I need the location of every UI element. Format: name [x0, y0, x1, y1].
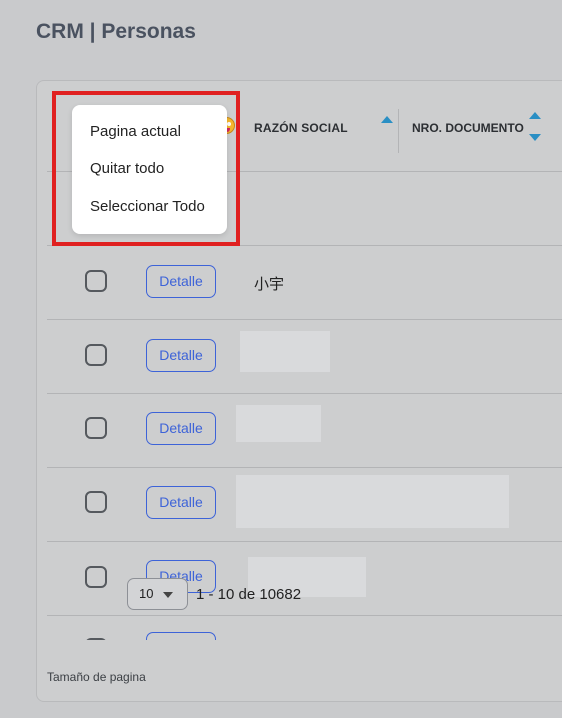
page-size-value: 10 [139, 586, 154, 601]
detail-button[interactable]: Detalle [146, 486, 216, 519]
row-checkbox[interactable] [85, 491, 107, 513]
page-title: CRM | Personas [36, 20, 196, 43]
table-row-partial [47, 616, 562, 640]
row-checkbox[interactable] [85, 270, 107, 292]
detail-button[interactable]: Detalle [146, 339, 216, 372]
column-header-razon-social[interactable]: RAZÓN SOCIAL [254, 121, 348, 135]
pagination-footer: Tamaño de pagina [37, 653, 562, 701]
table-row: Detalle [47, 320, 562, 394]
column-header-nro-documento[interactable]: NRO. DOCUMENTO [412, 121, 524, 135]
sort-desc-icon[interactable] [529, 134, 541, 141]
page-size-label: Tamaño de pagina [47, 670, 146, 684]
row-razon-social: 小宇 [254, 276, 285, 293]
sort-asc-icon[interactable] [529, 112, 541, 119]
detail-button[interactable] [146, 632, 216, 640]
sort-asc-icon[interactable] [381, 116, 393, 123]
table-row: Detalle [47, 542, 562, 616]
table-row: Detalle 小宇 [47, 246, 562, 320]
redacted-field [236, 405, 321, 442]
table-row: Detalle [47, 468, 562, 542]
redacted-field [240, 331, 330, 372]
row-checkbox[interactable] [85, 344, 107, 366]
row-checkbox[interactable] [85, 417, 107, 439]
pagination-range: 1 - 10 de 10682 [196, 586, 302, 603]
detail-button[interactable]: Detalle [146, 412, 216, 445]
page-size-select[interactable]: 10 [127, 578, 188, 610]
detail-button[interactable]: Detalle [146, 265, 216, 298]
redacted-field [236, 475, 509, 528]
column-divider [398, 109, 399, 153]
row-checkbox[interactable] [85, 566, 107, 588]
chevron-down-icon [163, 592, 173, 598]
row-checkbox[interactable] [85, 638, 107, 640]
highlight-box [52, 91, 240, 246]
table-row: Detalle [47, 394, 562, 468]
